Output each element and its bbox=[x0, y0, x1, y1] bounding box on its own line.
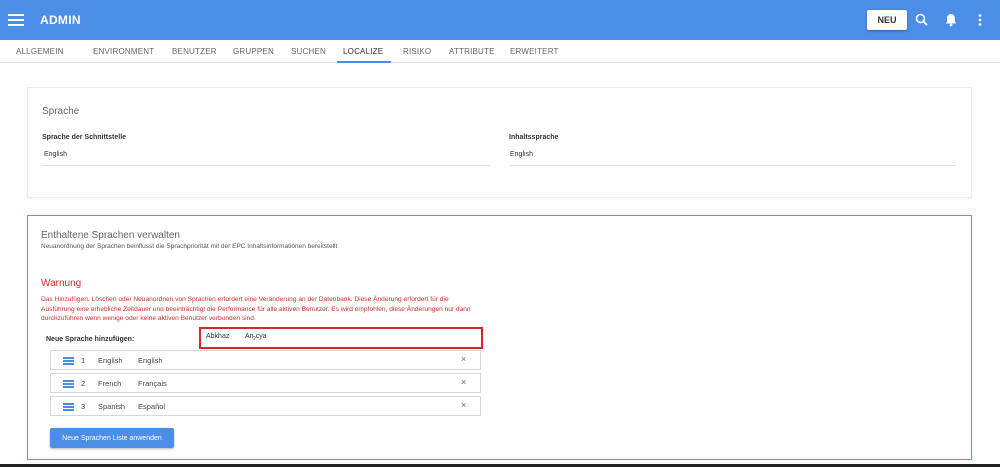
language-name: Spanish bbox=[98, 402, 126, 411]
language-name: English bbox=[98, 356, 123, 365]
drag-handle-icon[interactable] bbox=[63, 380, 74, 388]
add-language-name: Abkhaz bbox=[206, 333, 230, 340]
interface-language-label: Sprache der Schnittstelle bbox=[42, 134, 127, 141]
language-name: French bbox=[98, 379, 122, 388]
content-language-underline bbox=[509, 165, 956, 166]
language-row[interactable]: 2 French Français × bbox=[50, 373, 481, 393]
tab-risiko[interactable]: RISIKO bbox=[403, 47, 431, 56]
language-priority: 2 bbox=[81, 379, 86, 388]
language-row[interactable]: 3 Spanish Español × bbox=[50, 396, 481, 416]
active-tab-indicator bbox=[337, 61, 391, 63]
language-priority: 3 bbox=[81, 402, 86, 411]
language-card: Sprache Sprache der Schnittstelle Englis… bbox=[27, 87, 972, 198]
app-bar: ADMIN NEU bbox=[0, 0, 1000, 40]
drag-handle-icon[interactable] bbox=[63, 403, 74, 411]
tab-localize[interactable]: LOCALIZE bbox=[343, 47, 383, 56]
remove-language-icon[interactable]: × bbox=[461, 354, 466, 364]
language-native-name: Français bbox=[138, 379, 167, 388]
warning-text: Das Hinzufügen, Löschen oder Neuanordnen… bbox=[41, 296, 471, 322]
tab-erweitert[interactable]: ERWEITERT bbox=[510, 47, 559, 56]
manage-languages-subheading: Neuanordnung der Sprachen beinflusst die… bbox=[41, 243, 338, 250]
language-row[interactable]: 1 English English × bbox=[50, 350, 481, 370]
tab-environment[interactable]: ENVIRONMENT bbox=[93, 47, 154, 56]
drag-handle-icon[interactable] bbox=[63, 357, 74, 365]
tab-allgemein[interactable]: ALLGEMEIN bbox=[16, 47, 64, 56]
language-heading: Sprache bbox=[42, 106, 80, 117]
add-language-select[interactable]: Abkhaz Аҧсуа bbox=[199, 327, 483, 349]
content-language-label: Inhaltssprache bbox=[509, 134, 559, 141]
tab-suchen[interactable]: SUCHEN bbox=[291, 47, 326, 56]
add-language-label: Neue Sprache hinzufügen: bbox=[46, 336, 135, 343]
apply-language-list-button[interactable]: Neue Sprachen Liste anwenden bbox=[50, 428, 174, 448]
search-icon[interactable] bbox=[912, 10, 932, 30]
new-button[interactable]: NEU bbox=[867, 10, 907, 30]
remove-language-icon[interactable]: × bbox=[461, 377, 466, 387]
manage-languages-heading: Enthaltene Sprachen verwalten bbox=[41, 230, 180, 241]
bell-icon[interactable] bbox=[941, 10, 961, 30]
manage-languages-card: Enthaltene Sprachen verwalten Neuanordnu… bbox=[27, 215, 972, 460]
menu-icon[interactable] bbox=[8, 11, 24, 29]
add-language-native: Аҧсуа bbox=[245, 333, 267, 340]
remove-language-icon[interactable]: × bbox=[461, 400, 466, 410]
language-native-name: English bbox=[138, 356, 163, 365]
app-title: ADMIN bbox=[40, 13, 81, 27]
tab-attribute[interactable]: ATTRIBUTE bbox=[449, 47, 495, 56]
interface-language-underline bbox=[42, 165, 490, 166]
tab-benutzer[interactable]: BENUTZER bbox=[172, 47, 217, 56]
tab-gruppen[interactable]: GRUPPEN bbox=[233, 47, 274, 56]
warning-heading: Warnung bbox=[41, 278, 82, 289]
interface-language-select[interactable]: English bbox=[44, 151, 67, 158]
more-vert-icon[interactable] bbox=[970, 10, 990, 30]
language-priority: 1 bbox=[81, 356, 86, 365]
content-language-select[interactable]: English bbox=[510, 151, 533, 158]
language-native-name: Español bbox=[138, 402, 166, 411]
tab-bar: ALLGEMEIN ENVIRONMENT BENUTZER GRUPPEN S… bbox=[0, 40, 1000, 63]
